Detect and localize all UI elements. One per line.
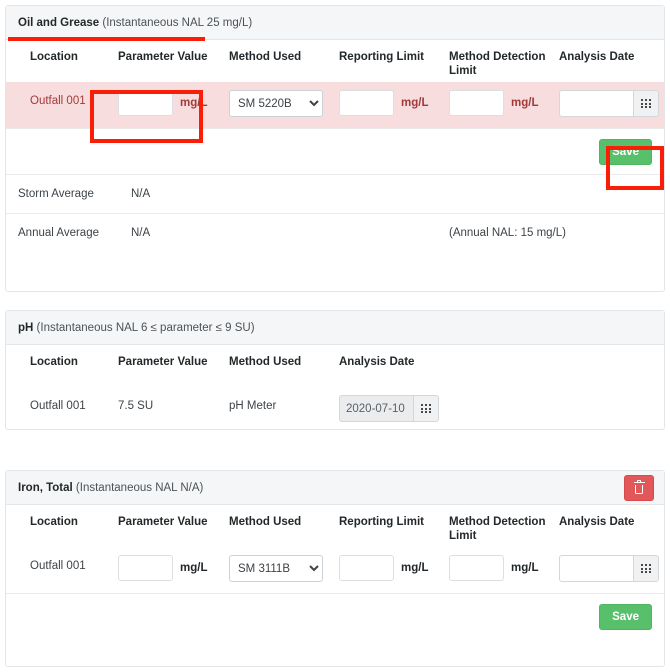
cell-location: Outfall 001 <box>30 400 86 412</box>
section-title-note: (Instantaneous NAL N/A) <box>72 482 204 494</box>
trash-icon <box>633 479 645 495</box>
analysis-date-input[interactable] <box>559 90 633 117</box>
calendar-button[interactable] <box>633 90 659 117</box>
section-title-text: pH <box>18 322 34 334</box>
column-header-method-used: Method Used <box>229 51 302 63</box>
table-header-row-ph: Location Parameter Value Method Used Ana… <box>6 345 664 387</box>
section-title-oil-and-grease: Oil and Grease (Instantaneous NAL 25 mg/… <box>18 15 652 31</box>
cell-parameter-value: mg/L <box>118 555 207 581</box>
storm-average-label: Storm Average <box>18 188 94 200</box>
calendar-grid-icon <box>641 563 651 574</box>
cell-reporting-limit: mg/L <box>339 90 428 116</box>
column-header-location: Location <box>30 516 78 528</box>
reporting-limit-unit: mg/L <box>401 97 429 109</box>
column-header-method-used: Method Used <box>229 516 302 528</box>
section-header-iron: Iron, Total (Instantaneous NAL N/A) <box>6 471 664 505</box>
section-title-note: (Instantaneous NAL 25 mg/L) <box>99 17 253 29</box>
cell-method-used: SM 3111B <box>229 555 323 582</box>
section-title-ph: pH (Instantaneous NAL 6 ≤ parameter ≤ 9 … <box>18 320 652 336</box>
storm-average-value: N/A <box>131 188 151 200</box>
cell-parameter-value: 7.5 SU <box>118 400 154 412</box>
parameter-value-input[interactable] <box>118 555 173 581</box>
column-header-parameter-value: Parameter Value <box>118 51 208 63</box>
cell-method-detection-limit: mg/L <box>449 90 553 116</box>
method-detection-limit-input[interactable] <box>449 555 504 581</box>
parameter-value-unit: mg/L <box>180 562 208 574</box>
annual-average-label: Annual Average <box>18 227 99 239</box>
method-detection-limit-input[interactable] <box>449 90 504 116</box>
table-header-row-oil: Location Parameter Value Method Used Rep… <box>6 40 664 82</box>
analysis-date-input[interactable] <box>339 395 413 422</box>
save-button[interactable]: Save <box>599 139 652 165</box>
section-ph: pH (Instantaneous NAL 6 ≤ parameter ≤ 9 … <box>5 310 665 430</box>
cell-method-detection-limit: mg/L <box>449 555 553 581</box>
cell-analysis-date <box>559 555 659 582</box>
column-header-parameter-value: Parameter Value <box>118 516 208 528</box>
column-header-location: Location <box>30 356 78 368</box>
section-iron-total: Iron, Total (Instantaneous NAL N/A) Loca… <box>5 470 665 667</box>
parameter-value-input[interactable] <box>118 90 173 116</box>
cell-analysis-date <box>339 395 439 422</box>
save-button[interactable]: Save <box>599 604 652 630</box>
section-header-oil-and-grease: Oil and Grease (Instantaneous NAL 25 mg/… <box>6 6 664 40</box>
column-header-parameter-value: Parameter Value <box>118 356 208 368</box>
column-header-method-used: Method Used <box>229 356 302 368</box>
table-row: Outfall 001 7.5 SU pH Meter <box>6 387 664 433</box>
table-row: Outfall 001 mg/L SM 3111B mg/L mg/L <box>6 547 664 593</box>
cell-location: Outfall 001 <box>30 95 86 107</box>
method-detection-limit-unit: mg/L <box>511 97 539 109</box>
cell-method-used: SM 5220B <box>229 90 323 117</box>
calendar-button[interactable] <box>413 395 439 422</box>
column-header-location: Location <box>30 51 78 63</box>
calendar-grid-icon <box>421 403 431 414</box>
cell-parameter-value: mg/L <box>118 90 207 116</box>
analysis-date-input[interactable] <box>559 555 633 582</box>
table-row: Outfall 001 mg/L SM 5220B mg/L mg/L <box>6 82 664 128</box>
column-header-analysis-date: Analysis Date <box>339 356 415 368</box>
storm-average-row: Storm Average N/A <box>6 174 664 213</box>
method-detection-limit-unit: mg/L <box>511 562 539 574</box>
section-footer-iron: Save <box>6 593 664 639</box>
reporting-limit-input[interactable] <box>339 90 394 116</box>
method-used-select[interactable]: SM 5220B <box>229 90 323 117</box>
section-header-ph: pH (Instantaneous NAL 6 ≤ parameter ≤ 9 … <box>6 311 664 345</box>
cell-location: Outfall 001 <box>30 560 86 572</box>
cell-method-used: pH Meter <box>229 400 277 412</box>
column-header-reporting-limit: Reporting Limit <box>339 516 424 528</box>
annual-nal-note: (Annual NAL: 15 mg/L) <box>449 227 566 239</box>
calendar-button[interactable] <box>633 555 659 582</box>
section-footer-oil: Save <box>6 128 664 174</box>
delete-section-button[interactable] <box>624 475 654 501</box>
annual-average-row: Annual Average N/A (Annual NAL: 15 mg/L) <box>6 213 664 252</box>
parameter-entry-page: Oil and Grease (Instantaneous NAL 25 mg/… <box>0 0 670 672</box>
column-header-method-detection-limit: Method Detection Limit <box>449 516 546 542</box>
cell-analysis-date <box>559 90 659 117</box>
reporting-limit-unit: mg/L <box>401 562 429 574</box>
column-header-analysis-date: Analysis Date <box>559 51 635 63</box>
column-header-analysis-date: Analysis Date <box>559 516 635 528</box>
parameter-value-unit: mg/L <box>180 97 208 109</box>
column-header-reporting-limit: Reporting Limit <box>339 51 424 63</box>
analysis-date-group <box>559 90 659 117</box>
section-oil-and-grease: Oil and Grease (Instantaneous NAL 25 mg/… <box>5 5 665 292</box>
reporting-limit-input[interactable] <box>339 555 394 581</box>
cell-reporting-limit: mg/L <box>339 555 428 581</box>
column-header-method-detection-limit: Method Detection Limit <box>449 51 546 77</box>
section-title-iron: Iron, Total (Instantaneous NAL N/A) <box>18 480 652 496</box>
section-title-text: Iron, Total <box>18 482 73 494</box>
annual-average-value: N/A <box>131 227 151 239</box>
analysis-date-group <box>559 555 659 582</box>
table-header-row-iron: Location Parameter Value Method Used Rep… <box>6 505 664 547</box>
method-used-select[interactable]: SM 3111B <box>229 555 323 582</box>
calendar-grid-icon <box>641 98 651 109</box>
section-title-note: (Instantaneous NAL 6 ≤ parameter ≤ 9 SU) <box>33 322 255 334</box>
analysis-date-group <box>339 395 439 422</box>
section-title-text: Oil and Grease <box>18 17 100 29</box>
